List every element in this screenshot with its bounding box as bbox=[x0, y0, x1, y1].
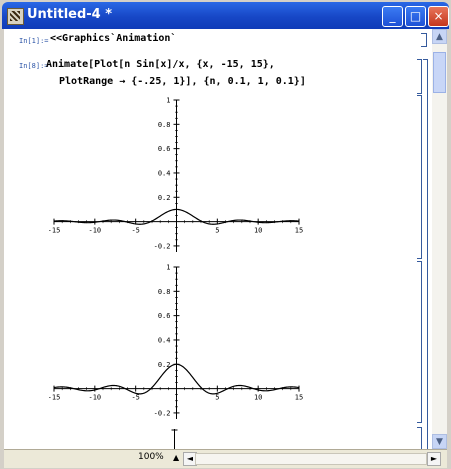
vertical-scrollbar[interactable]: ▲ ▼ bbox=[432, 29, 447, 449]
plot-2-svg: -15-10-55101510.80.60.40.2-0.2 bbox=[48, 264, 303, 419]
y-tick-label: 0.8 bbox=[158, 288, 171, 296]
y-tick-label: -0.2 bbox=[154, 409, 171, 417]
cell-bracket[interactable] bbox=[417, 59, 422, 94]
minimize-button[interactable]: _ bbox=[382, 6, 403, 27]
cell-bracket[interactable] bbox=[417, 261, 422, 423]
x-tick-label: -15 bbox=[49, 227, 60, 235]
x-tick-label: -10 bbox=[89, 394, 102, 402]
plot-1: -15 -10 -5 5 10 15 1 0.8 0.6 0.4 0.2 -0.2 bbox=[48, 96, 304, 256]
y-tick-label: 0.6 bbox=[158, 312, 171, 320]
cell-bracket[interactable] bbox=[417, 427, 422, 449]
scroll-thumb[interactable] bbox=[433, 52, 446, 93]
x-tick-label: -5 bbox=[131, 394, 139, 402]
maximize-button[interactable]: □ bbox=[405, 6, 426, 27]
cell-2-input-line-1[interactable]: Animate[Plot[n Sin[x]/x, {x, -15, 15}, bbox=[46, 59, 275, 70]
scroll-down-button[interactable]: ▼ bbox=[432, 434, 447, 449]
y-tick-label: 0.8 bbox=[158, 121, 171, 129]
y-tick-label: 1 bbox=[166, 97, 170, 105]
horizontal-scrollbar[interactable] bbox=[195, 453, 427, 465]
x-tick-label: 15 bbox=[295, 394, 303, 402]
cell-1-input[interactable]: <<Graphics`Animation` bbox=[50, 33, 176, 44]
x-tick-label: 10 bbox=[254, 227, 262, 235]
x-tick-label: -15 bbox=[49, 394, 60, 402]
y-tick-label: 0.6 bbox=[158, 145, 171, 153]
x-tick-label: 5 bbox=[215, 394, 219, 402]
x-tick-label: 5 bbox=[215, 227, 219, 235]
status-bar: 100% ▲ ◄ ► bbox=[4, 449, 447, 468]
plot-2: -15-10-55101510.80.60.40.2-0.2 bbox=[48, 263, 304, 423]
x-tick-label: -10 bbox=[89, 227, 102, 235]
window-title: Untitled-4 * bbox=[27, 7, 113, 22]
cell-bracket[interactable] bbox=[421, 33, 427, 47]
y-tick-label: 0.4 bbox=[158, 169, 171, 177]
mathematica-window: Untitled-4 * _ □ × In[1]:= <<Graphics`An… bbox=[0, 0, 451, 469]
scroll-right-button[interactable]: ► bbox=[427, 452, 441, 466]
x-tick-label: 10 bbox=[254, 394, 262, 402]
title-bar[interactable]: Untitled-4 * _ □ × bbox=[2, 2, 449, 29]
notebook-content[interactable]: In[1]:= <<Graphics`Animation` In[8]:= An… bbox=[4, 29, 432, 449]
plot-3-partial-svg bbox=[171, 429, 178, 449]
y-tick-label: 1 bbox=[166, 264, 170, 272]
y-tick-label: 0.4 bbox=[158, 336, 171, 344]
group-bracket[interactable] bbox=[423, 59, 428, 449]
cell-1-label: In[1]:= bbox=[19, 37, 49, 45]
cell-2-input-line-2[interactable]: PlotRange → {-.25, 1}], {n, 0.1, 1, 0.1}… bbox=[59, 76, 306, 87]
plot-1-svg: -15 -10 -5 5 10 15 1 0.8 0.6 0.4 0.2 -0.2 bbox=[48, 97, 303, 252]
scroll-up-button[interactable]: ▲ bbox=[432, 29, 447, 44]
x-tick-label: -5 bbox=[131, 227, 139, 235]
plot-3-partial bbox=[49, 427, 304, 449]
mathematica-app-icon[interactable] bbox=[7, 8, 24, 25]
y-tick-label: 0.2 bbox=[158, 194, 171, 202]
cell-2-label: In[8]:= bbox=[19, 62, 49, 70]
x-tick-label: 15 bbox=[295, 227, 303, 235]
close-button[interactable]: × bbox=[428, 6, 449, 27]
cell-bracket[interactable] bbox=[417, 95, 422, 259]
zoom-level[interactable]: 100% bbox=[138, 452, 164, 462]
y-tick-label: -0.2 bbox=[154, 242, 171, 250]
zoom-menu-arrow[interactable]: ▲ bbox=[173, 453, 179, 462]
